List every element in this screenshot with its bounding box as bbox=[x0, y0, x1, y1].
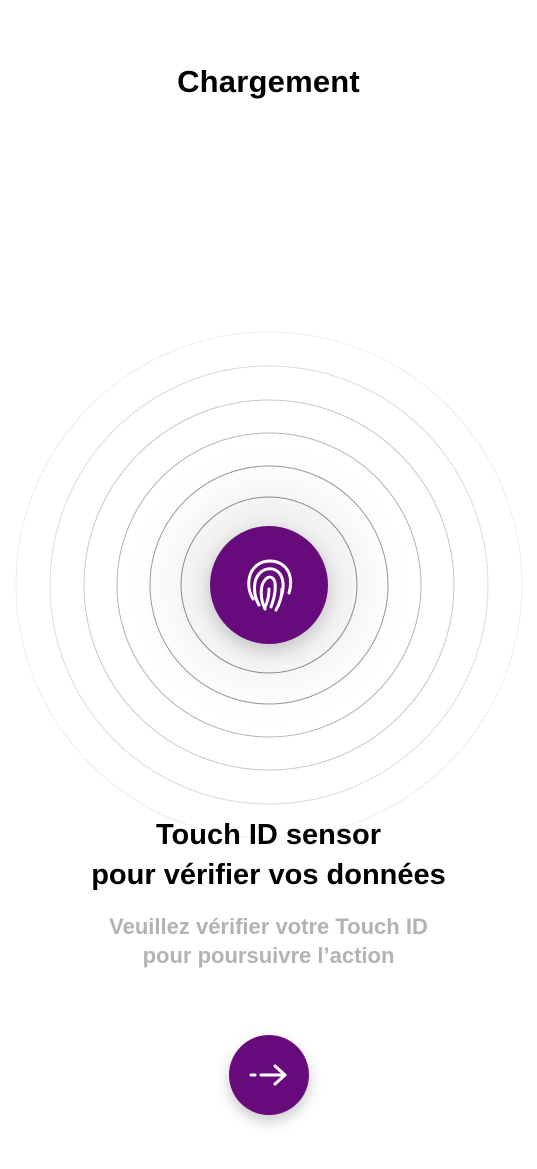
next-button[interactable] bbox=[229, 1035, 309, 1115]
headline: Touch ID sensor pour vérifier vos donnée… bbox=[0, 815, 537, 895]
subtitle-line-1: Veuillez vérifier votre Touch ID bbox=[109, 914, 428, 939]
page-title: Chargement bbox=[177, 64, 360, 99]
headline-line-1: Touch ID sensor bbox=[155, 819, 382, 851]
subtitle: Veuillez vérifier votre Touch ID pour po… bbox=[0, 912, 537, 970]
subtitle-line-2: pour poursuivre l’action bbox=[142, 943, 395, 968]
arrow-right-icon bbox=[249, 1064, 287, 1086]
headline-line-2: pour vérifier vos données bbox=[91, 859, 446, 891]
touch-id-sensor-button[interactable] bbox=[210, 526, 328, 644]
fingerprint-icon bbox=[247, 559, 293, 612]
